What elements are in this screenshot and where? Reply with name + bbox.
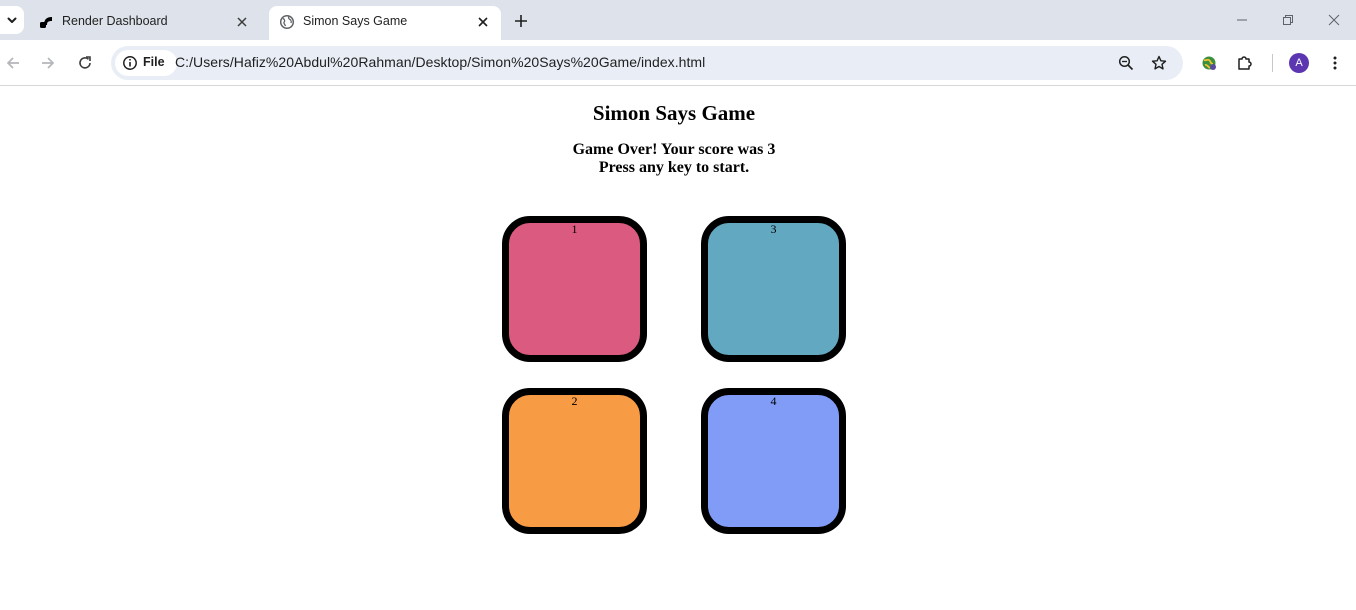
- tab-render-dashboard[interactable]: Render Dashboard: [28, 6, 262, 40]
- close-tab-icon[interactable]: [475, 14, 491, 30]
- tab-strip: Render Dashboard Simon Says Game: [0, 0, 1356, 40]
- game-status-line2: Press any key to start.: [598, 159, 750, 176]
- address-bar[interactable]: File C:/Users/Hafiz%20Abdul%20Rahman/Des…: [111, 46, 1183, 80]
- browser-menu-button[interactable]: [1324, 52, 1346, 74]
- simon-button-orange[interactable]: 2: [502, 388, 647, 534]
- extensions-menu-button[interactable]: [1234, 52, 1256, 74]
- globe-icon: [279, 14, 295, 30]
- new-tab-button[interactable]: [510, 10, 532, 32]
- simon-button-teal[interactable]: 3: [701, 216, 846, 362]
- site-info-chip[interactable]: File: [115, 50, 177, 76]
- back-button[interactable]: [2, 52, 24, 74]
- bookmark-button[interactable]: [1149, 53, 1169, 73]
- simon-button-blue[interactable]: 4: [701, 388, 846, 534]
- zoom-out-icon: [1118, 55, 1134, 71]
- close-icon: [1328, 14, 1340, 26]
- extension-button[interactable]: [1198, 52, 1220, 74]
- file-chip-label: File: [143, 55, 165, 69]
- url-text[interactable]: C:/Users/Hafiz%20Abdul%20Rahman/Desktop/…: [175, 54, 705, 70]
- page-title: Simon Says Game: [592, 101, 756, 125]
- simon-button-red[interactable]: 1: [502, 216, 647, 362]
- page-content: Simon Says Game Game Over! Your score wa…: [0, 87, 1356, 610]
- button-number: 1: [571, 222, 578, 236]
- minimize-button[interactable]: [1232, 10, 1252, 30]
- star-icon: [1151, 55, 1167, 70]
- render-logo-icon: [40, 17, 52, 28]
- arrow-right-icon: [42, 57, 55, 69]
- profile-avatar[interactable]: A: [1289, 53, 1309, 73]
- arrow-left-icon: [6, 57, 19, 69]
- game-status: Game Over! Your score was 3 Press any ke…: [0, 141, 1348, 177]
- more-vertical-icon: [1333, 56, 1337, 70]
- browser-toolbar: File C:/Users/Hafiz%20Abdul%20Rahman/Des…: [0, 40, 1356, 86]
- tab-simon-says-game[interactable]: Simon Says Game: [269, 6, 501, 40]
- restore-icon: [1283, 15, 1293, 25]
- chevron-down-icon: [7, 17, 17, 23]
- button-number: 2: [571, 394, 578, 408]
- close-tab-icon[interactable]: [234, 14, 250, 30]
- plus-icon: [515, 15, 527, 27]
- toolbar-divider: [1272, 54, 1273, 72]
- restore-button[interactable]: [1278, 10, 1298, 30]
- tab-search-button[interactable]: [0, 6, 24, 34]
- forward-button[interactable]: [37, 52, 59, 74]
- puzzle-icon: [1238, 56, 1252, 70]
- button-number: 3: [770, 222, 777, 236]
- game-status-line1: Game Over! Your score was 3: [572, 141, 776, 158]
- tab-title: Render Dashboard: [62, 14, 168, 28]
- zoom-button[interactable]: [1116, 53, 1136, 73]
- tab-title: Simon Says Game: [303, 14, 408, 28]
- info-icon: [123, 56, 137, 70]
- minimize-icon: [1237, 19, 1247, 21]
- button-number: 4: [770, 394, 777, 408]
- reload-icon: [79, 56, 91, 69]
- extension-globe-icon: [1202, 56, 1216, 70]
- reload-button[interactable]: [74, 52, 96, 74]
- close-window-button[interactable]: [1324, 10, 1344, 30]
